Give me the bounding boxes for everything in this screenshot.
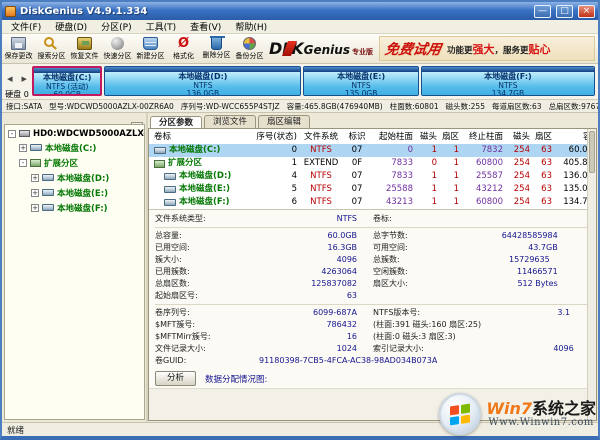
recover-files-button[interactable]: 恢复文件 <box>68 34 101 63</box>
analysis-row: 分析 数据分配情况图: <box>149 369 596 388</box>
status-text: 就绪 <box>7 425 25 436</box>
drive-icon <box>164 199 176 206</box>
app-icon <box>5 5 16 17</box>
menu-file[interactable]: 文件(F) <box>4 20 48 33</box>
maximize-button[interactable]: □ <box>556 4 573 18</box>
analyze-button[interactable]: 分析 <box>155 371 197 386</box>
format-icon: Ø <box>177 35 190 51</box>
expander-icon[interactable]: + <box>31 173 39 182</box>
promo-banner[interactable]: 免费试用 功能更强大，服务更贴心 <box>378 36 595 61</box>
minimize-button[interactable]: — <box>534 4 551 18</box>
expander-icon[interactable]: + <box>31 203 39 212</box>
expander-icon[interactable]: - <box>19 158 27 167</box>
prev-disk-button[interactable]: ◀ <box>5 75 14 83</box>
partition-details: 文件系统类型: NTFS 卷标: 总容量: 60.0GB 总字节数: 6442858598… <box>149 209 596 369</box>
window-title: DiskGenius V4.9.1.334 <box>20 5 148 17</box>
menu-view[interactable]: 查看(V) <box>183 20 228 33</box>
partition-detail-panel: 分区参数 浏览文件 扇区编辑 卷标 序号(状态) 文件系统 标识 起始柱面 磁头… <box>148 113 598 422</box>
diskgenius-window: DiskGenius V4.9.1.334 — □ × 文件(F) 硬盘(D) … <box>0 0 600 440</box>
delete-partition-button[interactable]: 删除分区 <box>200 34 233 63</box>
drive-icon <box>154 147 166 154</box>
winwin7-watermark: Win7系统之家 Www.Winwin7.com <box>439 393 596 435</box>
close-button[interactable]: × <box>578 4 595 18</box>
table-row[interactable]: 本地磁盘(C:) 0 NTFS 07 0 1 1 7832 254 63 60.… <box>149 144 596 157</box>
scrollbar-thumb[interactable] <box>589 131 595 173</box>
watermark-brand: Win7系统之家 <box>486 399 596 418</box>
watermark-url: Www.Winwin7.com <box>488 417 594 428</box>
backup-partition-button[interactable]: 备份分区 <box>233 34 266 63</box>
disk-tree: - HD0:WDCWD5000AZLX-00ZR6A0(466GB) + 本地磁… <box>4 124 145 420</box>
search-icon <box>44 36 54 47</box>
partition-block-c[interactable]: 本地磁盘(C:) NTFS (活动) 60.0GB <box>32 66 103 96</box>
table-row[interactable]: 扩展分区 1 EXTEND 0F 7833 0 1 60800 254 63 4… <box>149 157 596 170</box>
partition-blocks: 本地磁盘(C:) NTFS (活动) 60.0GB 本地磁盘(D:) NTFS … <box>32 64 598 99</box>
expander-icon[interactable]: + <box>31 188 39 197</box>
extended-partition-icon <box>30 158 41 167</box>
free-trial-text: 免费试用 <box>383 41 443 58</box>
table-header-row: 卷标 序号(状态) 文件系统 标识 起始柱面 磁头 扇区 终止柱面 磁头 扇区 … <box>154 132 596 142</box>
drive-icon <box>164 173 176 180</box>
save-changes-button[interactable]: 保存更改 <box>2 34 35 63</box>
tree-node-c[interactable]: + 本地磁盘(C:) <box>5 140 144 155</box>
tree-node-d[interactable]: + 本地磁盘(D:) <box>5 170 144 185</box>
backup-partition-icon <box>243 36 256 50</box>
menu-help[interactable]: 帮助(H) <box>228 20 274 33</box>
tab-strip: 分区参数 浏览文件 扇区编辑 <box>148 113 598 129</box>
disk-navigator: ◀ ▶ 硬盘 0 <box>2 64 32 99</box>
expander-icon[interactable]: + <box>19 143 27 152</box>
partition-block-f[interactable]: 本地磁盘(F:) NTFS 134.7GB <box>420 66 595 96</box>
extended-partition-icon <box>154 159 165 168</box>
main-area: × - HD0:WDCWD5000AZLX-00ZR6A0(466GB) + 本… <box>2 113 598 422</box>
tab-sector-edit[interactable]: 扇区编辑 <box>258 115 311 128</box>
tree-node-extended[interactable]: - 扩展分区 <box>5 155 144 170</box>
quick-partition-icon <box>111 36 124 50</box>
tree-node-e[interactable]: + 本地磁盘(E:) <box>5 185 144 200</box>
next-disk-button[interactable]: ▶ <box>20 75 29 83</box>
new-partition-button[interactable]: 新建分区 <box>134 34 167 63</box>
allocation-map-label: 数据分配情况图: <box>205 374 268 385</box>
menu-disk[interactable]: 硬盘(D) <box>48 20 94 33</box>
diskgenius-logo: DI K Genius 专业版 <box>269 39 373 58</box>
tree-node-disk[interactable]: - HD0:WDCWD5000AZLX-00ZR6A0(466GB) <box>5 127 144 140</box>
new-partition-icon <box>143 36 158 50</box>
menu-partition[interactable]: 分区(P) <box>94 20 138 33</box>
partition-table: 卷标 序号(状态) 文件系统 标识 起始柱面 磁头 扇区 终止柱面 磁头 扇区 … <box>149 129 596 209</box>
disk-tree-panel: × - HD0:WDCWD5000AZLX-00ZR6A0(466GB) + 本… <box>2 113 148 422</box>
menu-tools[interactable]: 工具(T) <box>139 20 184 33</box>
partition-block-d[interactable]: 本地磁盘(D:) NTFS 136.0GB <box>104 66 302 96</box>
drive-icon <box>30 144 42 151</box>
drive-icon <box>42 189 54 196</box>
drive-icon <box>42 204 54 211</box>
recover-files-icon <box>77 36 92 50</box>
windows-logo-icon <box>439 393 482 435</box>
floppy-icon <box>11 36 26 50</box>
tree-node-f[interactable]: + 本地磁盘(F:) <box>5 200 144 215</box>
partition-block-e[interactable]: 本地磁盘(E:) NTFS 135.0GB <box>303 66 419 96</box>
format-button[interactable]: Ø 格式化 <box>167 34 200 63</box>
quick-partition-button[interactable]: 快速分区 <box>101 34 134 63</box>
drive-icon <box>42 174 54 181</box>
table-row[interactable]: 本地磁盘(D:) 4 NTFS 07 7833 1 1 25587 254 63… <box>149 170 596 183</box>
menu-bar: 文件(F) 硬盘(D) 分区(P) 工具(T) 查看(V) 帮助(H) <box>2 20 598 34</box>
toolbar: 保存更改 搜索分区 恢复文件 快速分区 新建分区 Ø 格式化 删除分区 备份分区 <box>2 34 598 64</box>
disk-info-line: 接口:SATA 型号:WDCWD5000AZLX-00ZR6A0 序列号:WD-… <box>2 100 598 113</box>
tree-panel-header: × <box>2 113 146 131</box>
slogan-text: 功能更强大，服务更贴心 <box>446 42 551 56</box>
title-bar: DiskGenius V4.9.1.334 — □ × <box>2 2 598 20</box>
disk-icon <box>19 130 30 137</box>
drive-icon <box>164 186 176 193</box>
search-partition-button[interactable]: 搜索分区 <box>35 34 68 63</box>
tab-browse-files[interactable]: 浏览文件 <box>204 115 257 128</box>
disk-label: 硬盘 0 <box>5 90 29 99</box>
expander-icon[interactable]: - <box>8 129 16 138</box>
vertical-scrollbar[interactable] <box>587 129 596 420</box>
table-row[interactable]: 本地磁盘(F:) 6 NTFS 07 43213 1 1 60800 254 6… <box>149 196 596 209</box>
table-row[interactable]: 本地磁盘(E:) 5 NTFS 07 25588 1 1 43212 254 6… <box>149 183 596 196</box>
trash-icon <box>210 36 225 50</box>
partition-graph-bar: ◀ ▶ 硬盘 0 本地磁盘(C:) NTFS (活动) 60.0GB 本地磁盘(… <box>2 64 598 100</box>
